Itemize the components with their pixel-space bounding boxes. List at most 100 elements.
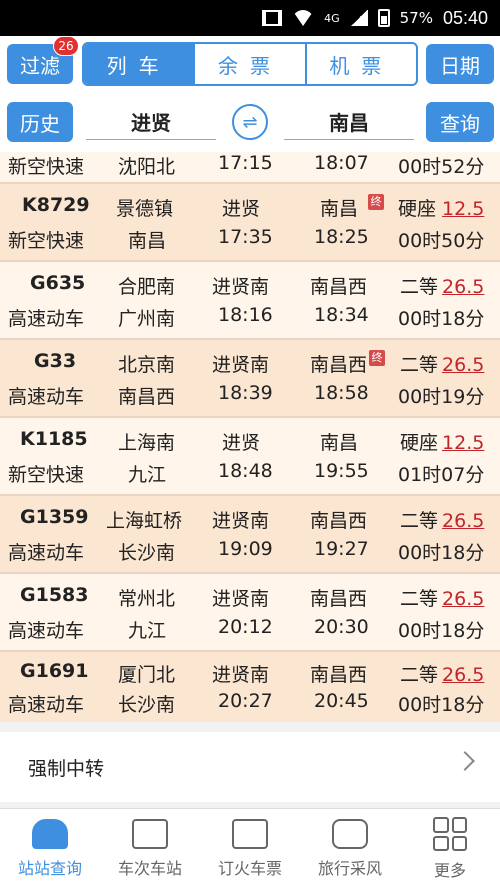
origin-station: 沈阳北 <box>118 156 176 178</box>
seat-class: 二等 <box>400 664 439 686</box>
forced-transfer-label: 强制中转 <box>28 757 105 780</box>
seat-class: 二等 <box>400 588 439 610</box>
table-row[interactable]: G635 高速动车 合肥南 广州南 进贤南 18:16 南昌西 18:34 二等… <box>0 262 500 340</box>
table-row[interactable]: K1185 新空快速 上海南 九江 进贤 18:48 南昌 19:55 硬座 12… <box>0 418 500 496</box>
terminus-station: 广州南 <box>118 308 176 330</box>
departure-time: 17:35 <box>218 226 273 248</box>
terminus-station: 南昌 <box>128 230 167 252</box>
search-header: 过滤 26 列车 余票 机票 日期 历史 进贤 ⇌ 南昌 查询 <box>0 36 500 152</box>
train-number: G1583 <box>20 584 89 606</box>
duration: 00时19分 <box>398 386 485 408</box>
train-number: G635 <box>30 272 86 294</box>
train-type: 高速动车 <box>8 620 85 642</box>
alight-station: 南昌西终 <box>310 350 386 377</box>
ticket-price[interactable]: 12.5 <box>442 432 484 454</box>
seat-class: 硬座 <box>400 432 439 454</box>
nav-train-station[interactable]: 车次车站 <box>100 809 200 889</box>
price-cell[interactable]: 二等 26.5 <box>400 584 484 611</box>
to-station-field[interactable]: 南昌 <box>284 104 414 140</box>
ticket-price[interactable]: 26.5 <box>442 588 484 610</box>
table-row[interactable]: G1359 高速动车 上海虹桥 长沙南 进贤南 19:09 南昌西 19:27 … <box>0 496 500 574</box>
ticket-price[interactable]: 12.5 <box>442 198 484 220</box>
duration: 00时52分 <box>398 156 485 178</box>
chevron-right-icon <box>455 751 475 771</box>
status-bar: 4G 57% 05:40 <box>0 0 500 36</box>
alight-station: 南昌 <box>320 432 359 454</box>
arrival-time: 18:34 <box>314 304 369 326</box>
train-type: 新空快速 <box>8 156 85 178</box>
seat-class: 二等 <box>400 354 439 376</box>
tab-tickets[interactable]: 余票 <box>193 44 304 84</box>
duration: 00时50分 <box>398 230 485 252</box>
history-button[interactable]: 历史 <box>7 102 73 142</box>
swap-stations-icon[interactable]: ⇌ <box>232 104 268 140</box>
briefcase-icon <box>132 819 168 849</box>
table-row[interactable]: G1691 高速动车 厦门北 长沙南 进贤南 20:27 南昌西 20:45 二… <box>0 652 500 722</box>
train-type: 高速动车 <box>8 694 85 716</box>
arrival-time: 19:55 <box>314 460 369 482</box>
price-cell[interactable]: 硬座 12.5 <box>400 428 484 455</box>
duration: 00时18分 <box>398 620 485 642</box>
ticket-icon <box>232 819 268 849</box>
seat-class: 二等 <box>400 276 439 298</box>
nav-label: 订火车票 <box>217 859 282 878</box>
departure-time: 18:16 <box>218 304 273 326</box>
terminus-station: 长沙南 <box>118 694 176 716</box>
origin-station: 上海南 <box>118 432 176 454</box>
table-row[interactable]: G33 高速动车 北京南 南昌西 进贤南 18:39 南昌西终 18:58 二等… <box>0 340 500 418</box>
arrival-time: 20:30 <box>314 616 369 638</box>
nav-label: 站站查询 <box>17 859 82 878</box>
ticket-price[interactable]: 26.5 <box>442 664 484 686</box>
board-station: 进贤南 <box>212 664 270 686</box>
duration: 00时18分 <box>398 694 485 716</box>
train-type: 新空快速 <box>8 230 85 252</box>
alight-station-name: 南昌 <box>320 198 359 220</box>
board-station: 进贤南 <box>212 276 270 298</box>
tab-trains[interactable]: 列车 <box>84 44 194 84</box>
terminus-station: 南昌西 <box>118 386 176 408</box>
terminal-mark-icon: 终 <box>368 194 385 210</box>
nav-station-query[interactable]: 站站查询 <box>0 809 100 889</box>
network-type: 4G <box>324 11 340 25</box>
departure-time: 18:39 <box>218 382 273 404</box>
price-cell[interactable]: 二等 26.5 <box>400 660 484 687</box>
table-row[interactable]: K8729 新空快速 景德镇 南昌 进贤 17:35 南昌终 18:25 硬座 1… <box>0 184 500 262</box>
arrival-time: 19:27 <box>314 538 369 560</box>
train-type: 高速动车 <box>8 308 85 330</box>
date-button[interactable]: 日期 <box>426 44 494 84</box>
board-station: 进贤南 <box>212 354 270 376</box>
board-station: 进贤 <box>222 432 261 454</box>
arrival-time: 20:45 <box>314 690 369 712</box>
train-icon <box>32 819 68 849</box>
alight-station-name: 南昌西 <box>310 354 368 376</box>
train-type: 高速动车 <box>8 542 85 564</box>
departure-time: 20:27 <box>218 690 273 712</box>
terminus-station: 九江 <box>128 620 167 642</box>
ticket-price[interactable]: 26.5 <box>442 510 484 532</box>
arrival-time: 18:25 <box>314 226 369 248</box>
train-type: 新空快速 <box>8 464 85 486</box>
nav-more[interactable]: 更多 <box>400 809 500 889</box>
price-cell[interactable]: 硬座 12.5 <box>398 194 484 221</box>
price-cell[interactable]: 二等 26.5 <box>400 506 484 533</box>
nav-travel[interactable]: 旅行采风 <box>300 809 400 889</box>
table-row[interactable]: 新空快速 沈阳北 17:15 18:07 00时52分 <box>0 152 500 184</box>
origin-station: 合肥南 <box>118 276 176 298</box>
duration: 00时18分 <box>398 542 485 564</box>
forced-transfer-row[interactable]: 强制中转 <box>0 732 500 802</box>
tab-flights[interactable]: 机票 <box>304 44 416 84</box>
from-station-field[interactable]: 进贤 <box>86 104 216 140</box>
table-row[interactable]: G1583 高速动车 常州北 九江 进贤南 20:12 南昌西 20:30 二等… <box>0 574 500 652</box>
price-cell[interactable]: 二等 26.5 <box>400 350 484 377</box>
terminal-mark-icon: 终 <box>369 350 386 366</box>
price-cell[interactable]: 二等 26.5 <box>400 272 484 299</box>
nav-book-ticket[interactable]: 订火车票 <box>200 809 300 889</box>
duration: 00时18分 <box>398 308 485 330</box>
ticket-price[interactable]: 26.5 <box>442 354 484 376</box>
alight-station: 南昌西 <box>310 588 368 610</box>
filter-button[interactable]: 过滤 26 <box>7 36 79 84</box>
query-button[interactable]: 查询 <box>426 102 494 142</box>
train-type: 高速动车 <box>8 386 85 408</box>
alight-station: 南昌西 <box>310 276 368 298</box>
ticket-price[interactable]: 26.5 <box>442 276 484 298</box>
